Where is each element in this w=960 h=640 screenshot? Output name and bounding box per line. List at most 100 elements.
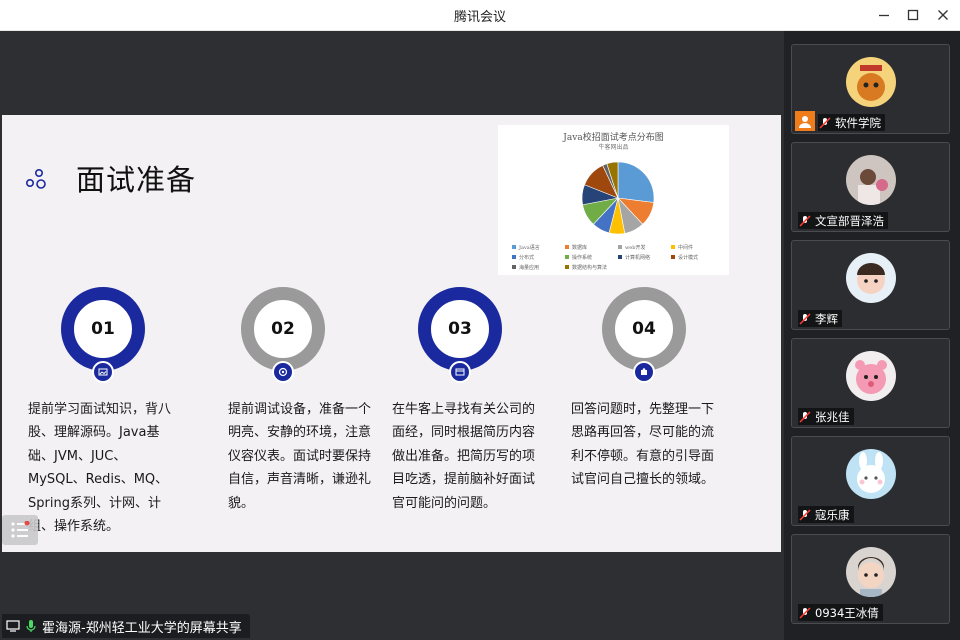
participant-tile[interactable]: 李辉 (791, 240, 950, 330)
step-01-text: 提前学习面试知识，背八股、理解源码。Java基础、JVM、JUC、MySQL、R… (28, 402, 172, 535)
close-button[interactable] (932, 5, 954, 25)
puzzle-icon (633, 361, 655, 383)
screen-share-label: 霍海源-郑州轻工业大学的屏幕共享 (2, 614, 250, 638)
legend-entry: 海量应用 (512, 262, 565, 272)
participant-label: 张兆佳 (798, 408, 854, 425)
participant-name: 文宣部晋泽浩 (815, 213, 884, 228)
title-bar: 腾讯会议 (0, 0, 960, 31)
legend-label: web开发 (625, 244, 646, 251)
step-03-text: 在牛客上寻找有关公司的面经，同时根据简历内容做出准备。把简历写的项目吃透，提前脑… (392, 402, 536, 511)
pie-chart-image: Java校招面试考点分布图 牛客网出品 Java语言 数据库 web开发 中间件 分布式… (498, 125, 729, 275)
legend-label: 中间件 (678, 244, 694, 251)
step-ring: 01 (61, 287, 145, 371)
participant-name: 寇乐康 (815, 507, 850, 522)
participant-label: 文宣部晋泽浩 (798, 212, 888, 229)
participant-tile[interactable]: 寇乐康 (791, 436, 950, 526)
legend-label: 分布式 (519, 254, 535, 261)
step-04-text: 回答问题时，先整理一下思路再回答，尽可能的流利不停顿。有意的引导面试官问自己擅长… (571, 402, 715, 488)
step-02-text: 提前调试设备，准备一个明亮、安静的环境，注意仪容仪表。面试时要保持自信，声音清晰… (228, 402, 372, 511)
legend-entry: 中间件 (671, 242, 724, 252)
image-icon (92, 361, 114, 383)
mic-muted-icon (798, 606, 812, 620)
step-number: 03 (448, 319, 472, 339)
screen-share-icon (6, 620, 20, 632)
legend-swatch (565, 255, 569, 259)
window-title: 腾讯会议 (453, 10, 506, 25)
step-number: 04 (632, 319, 656, 339)
legend-swatch (512, 265, 516, 269)
step-ring: 02 (241, 287, 325, 371)
presentation-slide: 面试准备 Java校招面试考点分布图 牛客网出品 Java语言 数据库 web开发中… (2, 115, 781, 552)
legend-swatch (671, 245, 675, 249)
legend-label: 数据库 (572, 244, 588, 251)
legend-swatch (671, 255, 675, 259)
slide-menu-button[interactable] (2, 515, 38, 545)
participants-panel: 软件学院 文宣部晋泽浩 李辉 张兆佳 寇乐康 0934王冰倩 (784, 31, 960, 640)
sharer-name: 霍海源-郑州轻工业大学的屏幕共享 (42, 620, 242, 636)
mic-muted-icon (798, 312, 812, 326)
participant-tile[interactable]: 文宣部晋泽浩 (791, 142, 950, 232)
participant-name: 张兆佳 (815, 409, 850, 424)
minimize-icon (879, 14, 889, 17)
legend-swatch (512, 255, 516, 259)
step-ring: 04 (602, 287, 686, 371)
participant-label: 寇乐康 (798, 506, 854, 523)
participant-tile[interactable]: 0934王冰倩 (791, 534, 950, 624)
close-icon (938, 10, 948, 20)
legend-label: 操作系统 (572, 254, 593, 261)
legend-entry: 计算机网络 (618, 252, 671, 262)
legend-entry: 操作系统 (565, 252, 618, 262)
legend-swatch (512, 245, 516, 249)
circles-decoration-icon (25, 168, 46, 189)
legend-entry: web开发 (618, 242, 671, 252)
legend-swatch (618, 255, 622, 259)
list-icon (11, 521, 30, 538)
legend-label: 海量应用 (519, 264, 540, 271)
legend-label: 设计模式 (678, 254, 699, 261)
legend-swatch (618, 245, 622, 249)
maximize-button[interactable] (902, 5, 924, 25)
photo-avatar (846, 155, 896, 205)
legend-entry: Java语言 (512, 242, 565, 252)
mic-muted-icon (798, 410, 812, 424)
participant-name: 0934王冰倩 (815, 605, 879, 620)
step-02: 02 (241, 287, 325, 383)
mic-muted-icon (818, 116, 832, 130)
slide-title: 面试准备 (76, 163, 197, 197)
mic-muted-icon (798, 508, 812, 522)
legend-swatch (565, 245, 569, 249)
host-icon (795, 111, 815, 131)
legend-label: 数据结构与算法 (572, 264, 608, 271)
legend-label: Java语言 (519, 244, 540, 251)
participant-label: 软件学院 (818, 114, 885, 131)
participant-label: 李辉 (798, 310, 842, 327)
participant-tile[interactable]: 张兆佳 (791, 338, 950, 428)
step-04: 04 (602, 287, 686, 383)
card-icon (449, 361, 471, 383)
legend-swatch (565, 265, 569, 269)
mic-icon (25, 619, 37, 633)
pie-chart (581, 161, 655, 235)
minimize-button[interactable] (873, 5, 895, 25)
legend-entry: 设计模式 (671, 252, 724, 262)
bunny-avatar (846, 449, 896, 499)
mic-muted-icon (798, 214, 812, 228)
step-number: 02 (271, 319, 295, 339)
maximize-icon (907, 9, 919, 21)
shared-screen: 面试准备 Java校招面试考点分布图 牛客网出品 Java语言 数据库 web开发中… (0, 31, 784, 640)
legend-entry: 数据库 (565, 242, 618, 252)
step-number: 01 (91, 319, 115, 339)
legend-entry: 数据结构与算法 (565, 262, 618, 272)
tiger-avatar (846, 57, 896, 107)
legend-entry: 分布式 (512, 252, 565, 262)
step-ring: 03 (418, 287, 502, 371)
child-avatar (846, 253, 896, 303)
step-01: 01 (61, 287, 145, 383)
participant-tile[interactable]: 软件学院 (791, 44, 950, 134)
target-icon (272, 361, 294, 383)
girl-avatar (846, 547, 896, 597)
pink-bear-avatar (846, 351, 896, 401)
participant-name: 软件学院 (835, 115, 881, 130)
participant-name: 李辉 (815, 311, 838, 326)
chart-legend: Java语言 数据库 web开发 中间件分布式 操作系统 计算机网络 设计模式海量应用 数据结… (512, 242, 724, 272)
